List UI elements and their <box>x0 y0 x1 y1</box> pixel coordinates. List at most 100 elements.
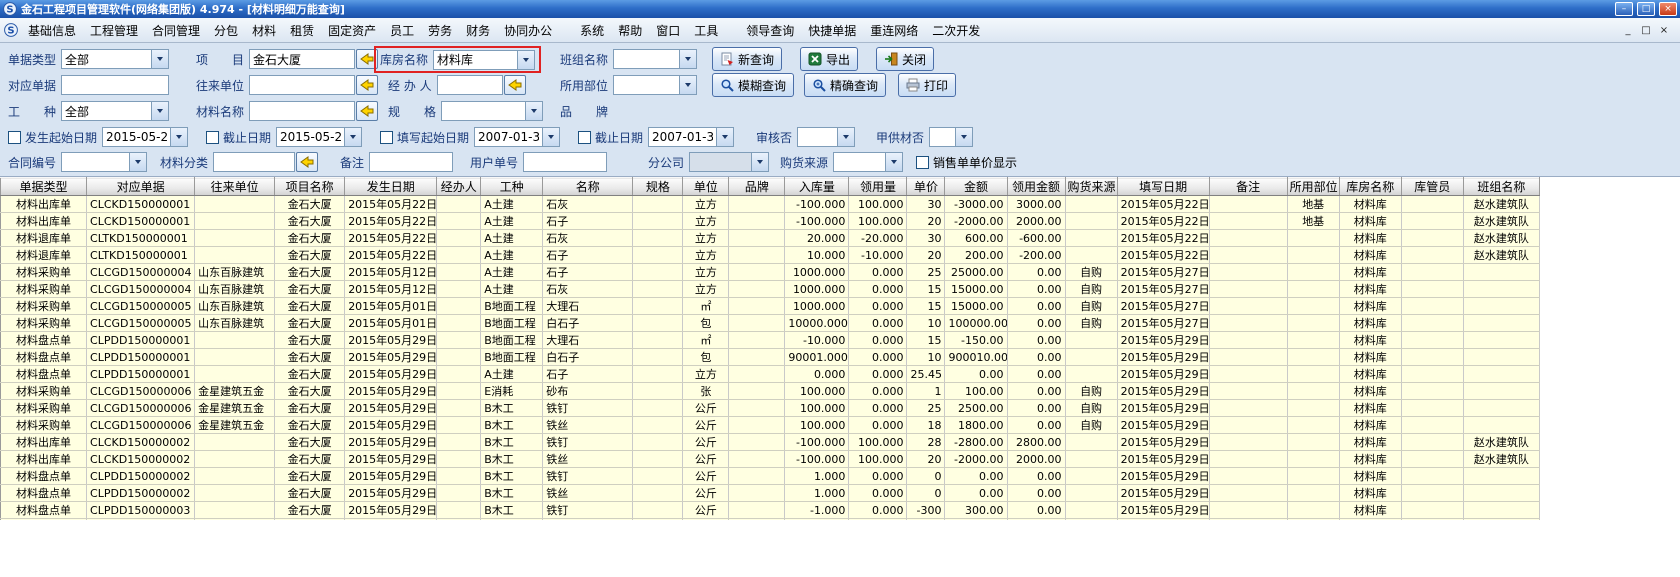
table-row[interactable]: 材料出库单CLCKD150000001金石大厦2015年05月22日A土建石灰立… <box>1 196 1540 213</box>
chevron-down-icon[interactable] <box>525 102 542 120</box>
table-row[interactable]: 材料退库单CLTKD150000001金石大厦2015年05月22日A土建石子立… <box>1 247 1540 264</box>
table-row[interactable]: 材料采购单CLCGD150000004山东百脉建筑金石大厦2015年05月12日… <box>1 264 1540 281</box>
work-type-value[interactable] <box>62 102 151 120</box>
column-header-work_type[interactable]: 工种 <box>481 178 543 196</box>
table-row[interactable]: 材料盘点单CLPDD150000001金石大厦2015年05月29日B地面工程大… <box>1 332 1540 349</box>
menu-item[interactable]: 窗口 <box>649 19 687 42</box>
table-row[interactable]: 材料采购单CLCGD150000004山东百脉建筑金石大厦2015年05月12日… <box>1 281 1540 298</box>
column-header-occur_date[interactable]: 发生日期 <box>345 178 437 196</box>
branch-value[interactable] <box>690 153 751 171</box>
chevron-down-icon[interactable] <box>679 76 696 94</box>
table-row[interactable]: 材料采购单CLCGD150000006金星建筑五金金石大厦2015年05月29日… <box>1 383 1540 400</box>
menu-item[interactable]: 工具 <box>687 19 725 42</box>
column-header-team[interactable]: 班组名称 <box>1463 178 1539 196</box>
menu-item[interactable]: 租赁 <box>283 19 321 42</box>
column-header-keeper[interactable]: 库管员 <box>1401 178 1463 196</box>
counter-doc-input[interactable] <box>61 75 169 95</box>
doc-type-combo[interactable] <box>61 49 169 69</box>
table-row[interactable]: 材料盘点单CLPDD150000002金石大厦2015年05月29日B木工铁丝公… <box>1 485 1540 502</box>
column-header-brand[interactable]: 品牌 <box>729 178 785 196</box>
table-row[interactable]: 材料盘点单CLPDD150000003金石大厦2015年05月29日B木工铁钉公… <box>1 502 1540 519</box>
table-row[interactable]: 材料采购单CLCGD150000006金星建筑五金金石大厦2015年05月29日… <box>1 417 1540 434</box>
used-part-combo[interactable] <box>613 75 697 95</box>
purchase-source-value[interactable] <box>834 153 885 171</box>
mdi-restore-button[interactable]: □ <box>1638 23 1654 38</box>
chevron-down-icon[interactable] <box>344 128 361 146</box>
column-header-doc_type[interactable]: 单据类型 <box>1 178 87 196</box>
table-row[interactable]: 材料盘点单CLPDD150000001金石大厦2015年05月29日A土建石子立… <box>1 366 1540 383</box>
audited-combo[interactable] <box>797 127 855 147</box>
material-class-input[interactable] <box>213 152 295 172</box>
menu-item[interactable]: 快捷单据 <box>801 19 863 42</box>
menu-item[interactable]: 员工 <box>383 19 421 42</box>
contract-no-value[interactable] <box>62 153 129 171</box>
table-row[interactable]: 材料出库单CLCKD150000002金石大厦2015年05月29日B木工铁钉公… <box>1 434 1540 451</box>
table-row[interactable]: 材料采购单CLCGD150000005山东百脉建筑金石大厦2015年05月01日… <box>1 315 1540 332</box>
table-row[interactable]: 材料盘点单CLPDD150000003金石大厦2015年05月29日B木工铁丝公… <box>1 519 1540 521</box>
column-header-remark[interactable]: 备注 <box>1209 178 1287 196</box>
purchase-source-combo[interactable] <box>833 152 903 172</box>
menu-item[interactable]: 固定资产 <box>321 19 383 42</box>
menu-item[interactable]: 系统 <box>573 19 611 42</box>
owner-supplied-combo[interactable] <box>929 127 973 147</box>
team-value[interactable] <box>614 50 679 68</box>
menu-item[interactable]: 材料 <box>245 19 283 42</box>
sale-price-show-checkbox[interactable] <box>916 156 929 169</box>
menu-item[interactable]: 帮助 <box>611 19 649 42</box>
team-combo[interactable] <box>613 49 697 69</box>
chevron-down-icon[interactable] <box>542 128 559 146</box>
column-header-price[interactable]: 单价 <box>907 178 945 196</box>
maximize-button[interactable]: □ <box>1637 2 1655 16</box>
column-header-source[interactable]: 购货来源 <box>1065 178 1117 196</box>
menu-item[interactable]: 重连网络 <box>863 19 925 42</box>
warehouse-combo[interactable] <box>433 50 535 70</box>
close-query-button[interactable]: 关闭 <box>876 47 934 71</box>
chevron-down-icon[interactable] <box>955 128 972 146</box>
chevron-down-icon[interactable] <box>129 153 146 171</box>
vendor-lookup-button[interactable] <box>356 75 378 95</box>
material-name-input[interactable] <box>249 101 355 121</box>
column-header-use_amount[interactable]: 领用金额 <box>1007 178 1065 196</box>
minimize-button[interactable]: – <box>1615 2 1633 16</box>
fill-start-date-combo[interactable] <box>474 127 560 147</box>
occur-end-date-combo[interactable] <box>276 127 362 147</box>
work-type-combo[interactable] <box>61 101 169 121</box>
remark-input[interactable] <box>369 152 453 172</box>
chevron-down-icon[interactable] <box>837 128 854 146</box>
menu-item[interactable]: 劳务 <box>421 19 459 42</box>
chevron-down-icon[interactable] <box>517 51 534 69</box>
mdi-minimize-button[interactable]: _ <box>1620 23 1636 38</box>
column-header-unit[interactable]: 单位 <box>683 178 729 196</box>
vendor-input[interactable] <box>249 75 355 95</box>
chevron-down-icon[interactable] <box>151 102 168 120</box>
table-row[interactable]: 材料采购单CLCGD150000005山东百脉建筑金石大厦2015年05月01日… <box>1 298 1540 315</box>
fill-start-date-value[interactable] <box>475 128 542 146</box>
branch-combo[interactable] <box>689 152 769 172</box>
spec-value[interactable] <box>442 102 525 120</box>
chevron-down-icon[interactable] <box>151 50 168 68</box>
warehouse-value[interactable] <box>434 51 517 69</box>
occur-start-date-value[interactable] <box>103 128 170 146</box>
user-doc-no-input[interactable] <box>523 152 607 172</box>
occur-end-checkbox[interactable] <box>206 131 219 144</box>
column-header-handler[interactable]: 经办人 <box>437 178 481 196</box>
column-header-name[interactable]: 名称 <box>543 178 633 196</box>
contract-no-combo[interactable] <box>61 152 147 172</box>
column-header-fill_date[interactable]: 填写日期 <box>1117 178 1209 196</box>
fill-start-checkbox[interactable] <box>380 131 393 144</box>
occur-end-date-value[interactable] <box>277 128 344 146</box>
audited-value[interactable] <box>798 128 837 146</box>
fill-end-checkbox[interactable] <box>578 131 591 144</box>
chevron-down-icon[interactable] <box>679 50 696 68</box>
fuzzy-query-button[interactable]: 模糊查询 <box>712 73 794 97</box>
menu-item[interactable]: 分包 <box>207 19 245 42</box>
spec-combo[interactable] <box>441 101 543 121</box>
column-header-in_qty[interactable]: 入库量 <box>785 178 849 196</box>
menu-item[interactable]: 领导查询 <box>739 19 801 42</box>
menu-item[interactable]: 协同办公 <box>497 19 559 42</box>
table-row[interactable]: 材料盘点单CLPDD150000001金石大厦2015年05月29日B地面工程白… <box>1 349 1540 366</box>
owner-supplied-value[interactable] <box>930 128 955 146</box>
occur-start-date-combo[interactable] <box>102 127 188 147</box>
table-row[interactable]: 材料盘点单CLPDD150000002金石大厦2015年05月29日B木工铁钉公… <box>1 468 1540 485</box>
menu-item[interactable]: 合同管理 <box>145 19 207 42</box>
